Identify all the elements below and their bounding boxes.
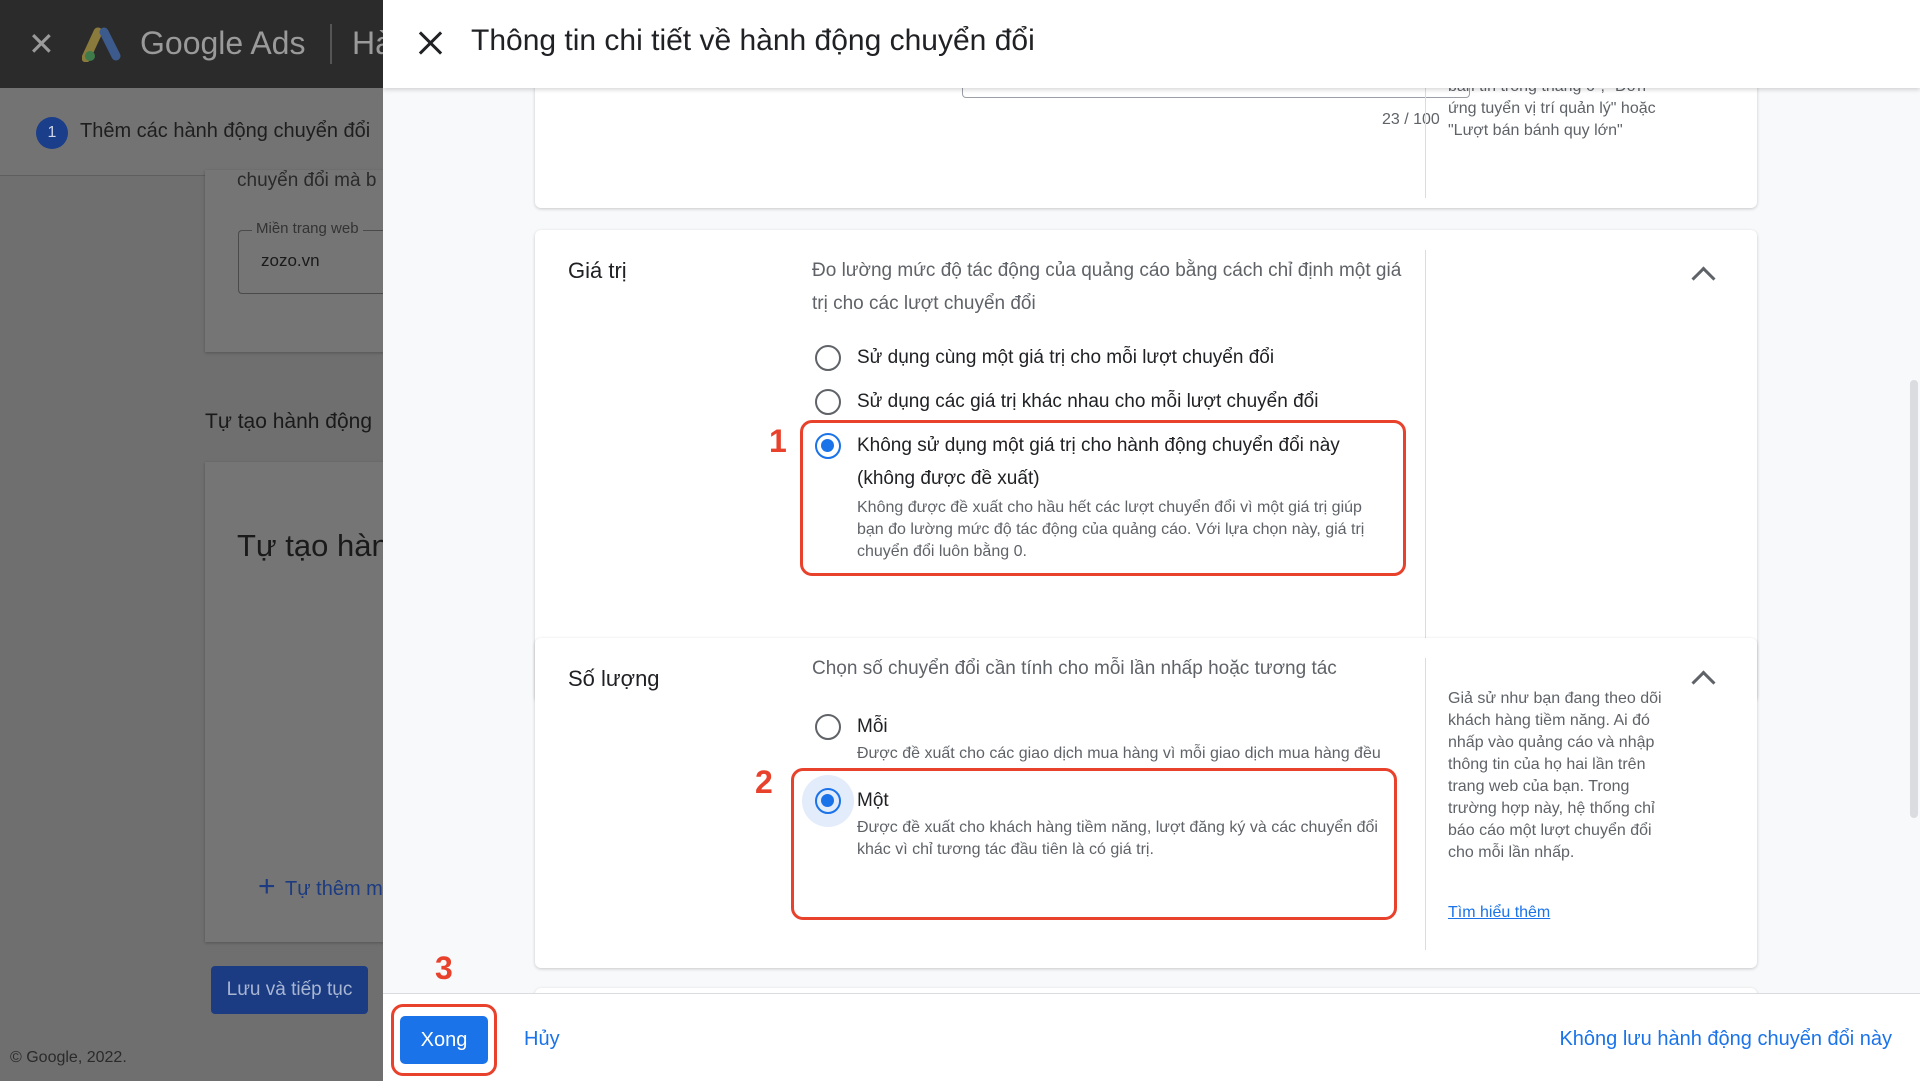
radio-unchecked[interactable] [815, 714, 841, 740]
radio-unchecked[interactable] [815, 345, 841, 371]
value-option-same[interactable]: Sử dụng cùng một giá trị cho mỗi lượt ch… [815, 345, 1274, 374]
plus-icon[interactable]: + [258, 872, 276, 902]
highlight-box-3 [391, 1004, 497, 1076]
header-divider [330, 24, 332, 64]
learn-more-link[interactable]: Tìm hiểu thêm [1448, 904, 1550, 922]
help-divider [1425, 658, 1426, 950]
value-section-description: Đo lường mức độ tác động của quảng cáo b… [812, 260, 1402, 314]
quantity-option-every[interactable]: Mỗi Được đề xuất cho các giao dịch mua h… [815, 714, 1397, 767]
conversion-details-dialog: Thông tin chi tiết về hành động chuyển đ… [383, 0, 1920, 1081]
annotation-3: 3 [435, 950, 453, 986]
option-label: Mỗi [857, 716, 888, 737]
name-help-text: bán tin trong tháng 6", "Đơn ứng tuyển v… [1448, 88, 1656, 139]
radio-unchecked[interactable] [815, 389, 841, 415]
step-label: Thêm các hành động chuyển đổi [80, 120, 371, 142]
highlight-box-2 [791, 768, 1397, 920]
collapse-value-chevron-icon[interactable] [1690, 260, 1716, 286]
help-divider [1425, 250, 1426, 685]
value-option-different[interactable]: Sử dụng các giá trị khác nhau cho mỗi lư… [815, 389, 1318, 418]
manual-create-card-title: Tự tạo hàn [237, 528, 389, 563]
quantity-card: Số lượng Chọn số chuyển đổi cần tính cho… [535, 638, 1757, 968]
help-divider [1425, 88, 1426, 198]
option-label: Sử dụng các giá trị khác nhau cho mỗi lư… [857, 391, 1319, 412]
collapse-quantity-chevron-icon[interactable] [1690, 664, 1716, 690]
name-card: 23 / 100 bán tin trong tháng 6", "Đơn ứn… [535, 88, 1757, 208]
cancel-button[interactable]: Hủy [524, 1028, 560, 1051]
dialog-title: Thông tin chi tiết về hành động chuyển đ… [471, 24, 1035, 57]
highlight-box-1 [800, 420, 1406, 576]
conversion-name-input[interactable] [962, 88, 1470, 98]
brand-name: Google Ads [140, 25, 306, 61]
discard-conversion-button[interactable]: Không lưu hành động chuyển đổi này [1559, 1028, 1892, 1051]
copyright: © Google, 2022. [10, 1049, 127, 1066]
close-icon[interactable] [413, 26, 447, 60]
quantity-section-label: Số lượng [568, 666, 660, 691]
value-section-label: Giá trị [568, 258, 627, 283]
close-icon[interactable]: ✕ [28, 28, 55, 60]
value-card: Giá trị Đo lường mức độ tác động của quả… [535, 230, 1757, 702]
dialog-header: Thông tin chi tiết về hành động chuyển đ… [383, 0, 1920, 88]
save-and-continue-button[interactable]: Lưu và tiếp tục [211, 966, 368, 1014]
add-manual-link[interactable]: Tự thêm m [285, 878, 383, 901]
google-ads-logo-icon [82, 27, 121, 62]
quantity-section-description: Chọn số chuyển đổi cần tính cho mỗi lần … [812, 658, 1337, 679]
domain-field-label: Miền trang web [252, 220, 363, 237]
char-counter: 23 / 100 [1382, 111, 1440, 128]
annotation-1: 1 [769, 423, 787, 459]
manual-create-heading: Tự tạo hành động [205, 410, 373, 433]
domain-field-value: zozo.vn [261, 251, 320, 270]
dialog-content[interactable]: 23 / 100 bán tin trong tháng 6", "Đơn ứn… [383, 88, 1920, 993]
dialog-footer: Xong Hủy Không lưu hành động chuyển đổi … [383, 993, 1920, 1081]
option-label: Sử dụng cùng một giá trị cho mỗi lượt ch… [857, 347, 1275, 368]
step-number-badge: 1 [36, 117, 68, 149]
quantity-help-text: Giả sử như bạn đang theo dõi khách hàng … [1448, 690, 1662, 861]
option-sublabel: Được đề xuất cho các giao dịch mua hàng … [857, 745, 1381, 762]
annotation-2: 2 [755, 764, 773, 800]
scrollbar[interactable] [1910, 380, 1918, 818]
website-card-text: chuyển đổi mà b [237, 170, 377, 191]
